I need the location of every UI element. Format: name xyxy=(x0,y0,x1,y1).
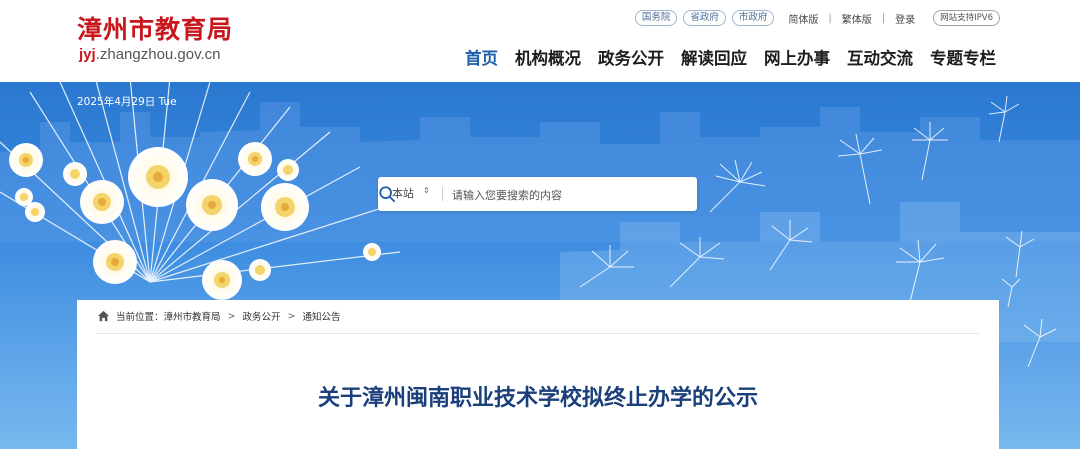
nav-interpretation[interactable]: 解读回应 xyxy=(681,45,747,69)
nav-about[interactable]: 机构概况 xyxy=(515,45,581,69)
breadcrumb-item-gov-affairs[interactable]: 政务公开 xyxy=(243,309,281,323)
link-city-gov[interactable]: 市政府 xyxy=(731,10,775,26)
breadcrumb-arrow: > xyxy=(227,310,236,322)
nav-gov-affairs[interactable]: 政务公开 xyxy=(598,45,664,69)
link-traditional[interactable]: 繁体版 xyxy=(842,11,872,26)
search-divider xyxy=(442,187,443,201)
link-state-council[interactable]: 国务院 xyxy=(634,10,678,26)
breadcrumb-divider xyxy=(97,333,979,334)
site-domain: jyj.zhangzhou.gov.cn xyxy=(79,46,221,63)
top-links: 国务院 省政府 市政府 简体版 | 繁体版 | 登录 网站支持IPV6 xyxy=(629,10,1000,26)
search-input[interactable] xyxy=(450,183,654,207)
site-domain-prefix: jyj xyxy=(79,46,96,63)
breadcrumb-item-notices[interactable]: 通知公告 xyxy=(302,309,340,323)
main-nav: 首页 机构概况 政务公开 解读回应 网上办事 互动交流 专题专栏 xyxy=(448,45,996,69)
site-logo-name[interactable]: 漳州市教育局 xyxy=(77,10,233,46)
link-provincial-gov[interactable]: 省政府 xyxy=(683,10,726,26)
top-links-separator: | xyxy=(828,12,832,24)
site-domain-rest: .zhangzhou.gov.cn xyxy=(95,46,221,63)
scope-toggle-icon[interactable]: ⇕ xyxy=(423,187,430,195)
breadcrumb-item-home[interactable]: 漳州市教育局 xyxy=(164,309,221,323)
nav-online-services[interactable]: 网上办事 xyxy=(764,45,830,69)
home-icon[interactable] xyxy=(97,310,110,322)
ipv6-badge: 网站支持IPV6 xyxy=(933,10,1000,26)
top-links-separator: | xyxy=(881,12,886,24)
content-card: 当前位置： 漳州市教育局 > 政务公开 > 通知公告 关于漳州闽南职业技术学校拟… xyxy=(77,300,999,449)
nav-home[interactable]: 首页 xyxy=(465,45,498,69)
link-login[interactable]: 登录 xyxy=(895,11,915,26)
nav-special-topics[interactable]: 专题专栏 xyxy=(930,45,996,69)
link-simplified[interactable]: 简体版 xyxy=(788,11,818,26)
article-title: 关于漳州闽南职业技术学校拟终止办学的公示 xyxy=(317,386,758,411)
breadcrumb: 当前位置： 漳州市教育局 > 政务公开 > 通知公告 xyxy=(97,309,341,323)
breadcrumb-arrow: > xyxy=(287,310,296,322)
search-icon[interactable] xyxy=(378,185,396,203)
site-header: 漳州市教育局 jyj.zhangzhou.gov.cn 国务院 省政府 市政府 … xyxy=(0,0,1080,82)
nav-interaction[interactable]: 互动交流 xyxy=(847,45,913,69)
current-date: 2025年4月29日 Tue xyxy=(77,96,177,108)
search-bar: 本站 ⇕ xyxy=(378,177,697,211)
breadcrumb-label: 当前位置： xyxy=(116,312,164,323)
